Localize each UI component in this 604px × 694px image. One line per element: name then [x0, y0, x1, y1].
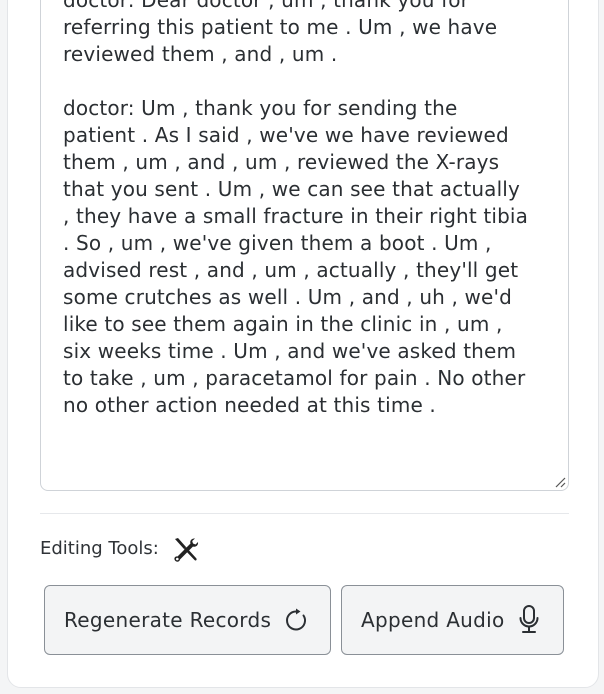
- section-divider: [40, 513, 569, 514]
- regenerate-records-button[interactable]: Regenerate Records: [44, 585, 331, 655]
- refresh-icon: [286, 608, 307, 631]
- append-audio-label: Append Audio: [361, 608, 505, 632]
- resize-handle-icon[interactable]: [554, 476, 566, 488]
- transcript-paragraph: doctor: Dear doctor , um , thank you for…: [63, 0, 498, 66]
- regenerate-records-label: Regenerate Records: [64, 608, 272, 632]
- editing-tools-label: Editing Tools:: [40, 538, 159, 559]
- microphone-icon: [519, 605, 539, 633]
- transcript-paragraph: doctor: Um , thank you for sending the p…: [63, 96, 529, 417]
- tools-icon[interactable]: [171, 535, 201, 565]
- transcript-text[interactable]: doctor: Dear doctor , um , thank you for…: [63, 0, 558, 419]
- append-audio-button[interactable]: Append Audio: [341, 585, 564, 655]
- transcript-textarea[interactable]: doctor: Dear doctor , um , thank you for…: [40, 0, 569, 491]
